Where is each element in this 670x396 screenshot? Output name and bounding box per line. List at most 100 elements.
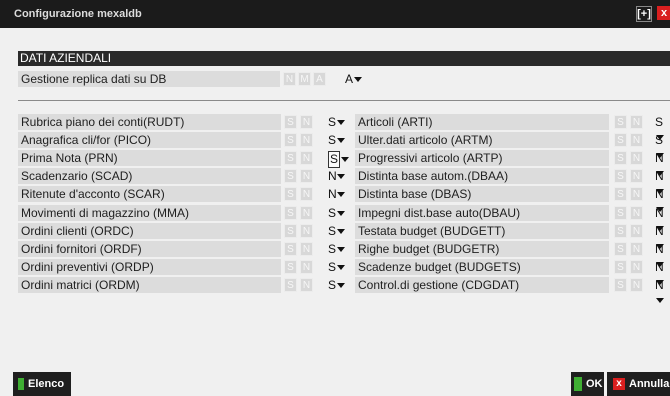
right-row-select[interactable]: N <box>655 260 670 286</box>
replica-label: Gestione replica dati su DB <box>18 71 280 87</box>
chevron-down-icon <box>337 174 345 180</box>
right-row-select[interactable]: N <box>655 206 670 232</box>
left-row-flag-n: N <box>300 151 313 165</box>
left-row-select-value: S <box>328 260 337 274</box>
right-row-select[interactable]: N <box>655 224 670 250</box>
right-row-label: Articoli (ARTI) <box>355 114 609 130</box>
left-row-label: Ritenute d'acconto (SCAR) <box>18 186 281 202</box>
right-row-select[interactable]: N <box>655 151 670 177</box>
right-row-select-value: N <box>655 169 664 183</box>
left-row-flag-n: N <box>300 133 313 147</box>
right-row-flag-s: S <box>614 242 627 256</box>
chevron-down-icon <box>337 283 345 289</box>
left-row-select[interactable]: S <box>328 278 345 293</box>
right-row-select-value: N <box>655 242 664 256</box>
left-row-flag-n: N <box>300 115 313 129</box>
left-row-flag-s: S <box>284 278 297 292</box>
right-row-select[interactable]: S <box>655 133 670 159</box>
left-row-select[interactable]: S <box>328 115 345 130</box>
right-row-label: Progressivi articolo (ARTP) <box>355 150 609 166</box>
left-row-flag-n: N <box>300 260 313 274</box>
left-row-flag-n: N <box>300 187 313 201</box>
right-row-select[interactable]: N <box>655 242 670 268</box>
left-row-flag-s: S <box>284 206 297 220</box>
right-row-select[interactable]: N <box>655 278 670 304</box>
left-row-select-value: S <box>328 278 337 292</box>
left-row-label: Ordini matrici (ORDM) <box>18 277 281 293</box>
left-row-select[interactable]: N <box>328 169 345 184</box>
left-row-flag-n: N <box>300 278 313 292</box>
left-row-flag-n: N <box>300 224 313 238</box>
right-row-select-value: N <box>655 278 664 292</box>
left-row-select[interactable]: S <box>328 242 345 257</box>
ok-label: OK <box>586 378 603 390</box>
right-row-flag-n: N <box>630 115 643 129</box>
right-row-flag-n: N <box>630 224 643 238</box>
right-row-select-value: S <box>655 133 664 147</box>
window-title: Configurazione mexaldb <box>14 8 142 20</box>
left-row-flag-s: S <box>284 151 297 165</box>
left-row-select[interactable]: S <box>328 206 345 221</box>
left-row-label: Rubrica piano dei conti(RUDT) <box>18 114 281 130</box>
left-row-label: Anagrafica cli/for (PICO) <box>18 132 281 148</box>
chevron-down-icon <box>337 265 345 271</box>
left-row-flag-n: N <box>300 242 313 256</box>
green-marker-icon <box>18 378 24 391</box>
close-icon[interactable]: x <box>657 6 670 20</box>
left-row-select[interactable]: S <box>328 151 349 168</box>
left-row-flag-n: N <box>300 206 313 220</box>
left-row-select[interactable]: S <box>328 133 345 148</box>
replica-select[interactable]: A <box>345 72 362 87</box>
replica-flag-n: N <box>283 72 296 86</box>
right-row-select-value: N <box>655 187 664 201</box>
left-row-select[interactable]: N <box>328 187 345 202</box>
left-row-label: Ordini preventivi (ORDP) <box>18 259 281 275</box>
left-row-flag-s: S <box>284 224 297 238</box>
right-row-label: Distinta base (DBAS) <box>355 186 609 202</box>
ok-button[interactable]: OK <box>571 372 604 396</box>
right-row-label: Distinta base autom.(DBAA) <box>355 168 609 184</box>
title-bar: Configurazione mexaldb [+] x <box>0 0 670 28</box>
left-row-select-value: S <box>328 115 337 129</box>
left-row-select-value: N <box>328 169 337 183</box>
right-row-flag-s: S <box>614 169 627 183</box>
annulla-label: Annulla <box>629 378 670 390</box>
left-row-select-value: S <box>328 242 337 256</box>
right-row-select[interactable]: N <box>655 169 670 195</box>
right-row-select[interactable]: S <box>655 115 670 141</box>
chevron-down-icon <box>656 298 664 304</box>
right-row-select[interactable]: N <box>655 187 670 213</box>
chevron-down-icon <box>337 211 345 217</box>
left-row-select[interactable]: S <box>328 224 345 239</box>
left-row-flag-s: S <box>284 242 297 256</box>
right-row-label: Scadenze budget (BUDGETS) <box>355 259 609 275</box>
annulla-button[interactable]: x Annulla <box>607 372 670 396</box>
replica-flag-a: A <box>313 72 326 86</box>
left-row-select-value: S <box>328 133 337 147</box>
chevron-down-icon <box>337 247 345 253</box>
right-row-flag-s: S <box>614 187 627 201</box>
left-row-flag-s: S <box>284 115 297 129</box>
chevron-down-icon <box>341 157 349 163</box>
left-row-select[interactable]: S <box>328 260 345 275</box>
right-row-select-value: N <box>655 206 664 220</box>
right-row-flag-s: S <box>614 260 627 274</box>
maximize-icon[interactable]: [+] <box>636 6 652 22</box>
right-row-select-value: S <box>655 115 664 129</box>
left-row-flag-s: S <box>284 169 297 183</box>
right-row-label: Ulter.dati articolo (ARTM) <box>355 132 609 148</box>
chevron-down-icon <box>337 192 345 198</box>
left-row-flag-s: S <box>284 187 297 201</box>
right-row-flag-n: N <box>630 206 643 220</box>
section-header: DATI AZIENDALI <box>18 51 670 66</box>
right-row-flag-n: N <box>630 133 643 147</box>
replica-flag-m: M <box>298 72 311 86</box>
right-row-label: Righe budget (BUDGETR) <box>355 241 609 257</box>
right-row-flag-s: S <box>614 115 627 129</box>
chevron-down-icon <box>337 138 345 144</box>
left-row-select-value: S <box>328 224 337 238</box>
elenco-button[interactable]: Elenco <box>13 372 71 396</box>
left-row-label: Scadenzario (SCAD) <box>18 168 281 184</box>
right-row-flag-n: N <box>630 242 643 256</box>
chevron-down-icon <box>354 77 362 83</box>
